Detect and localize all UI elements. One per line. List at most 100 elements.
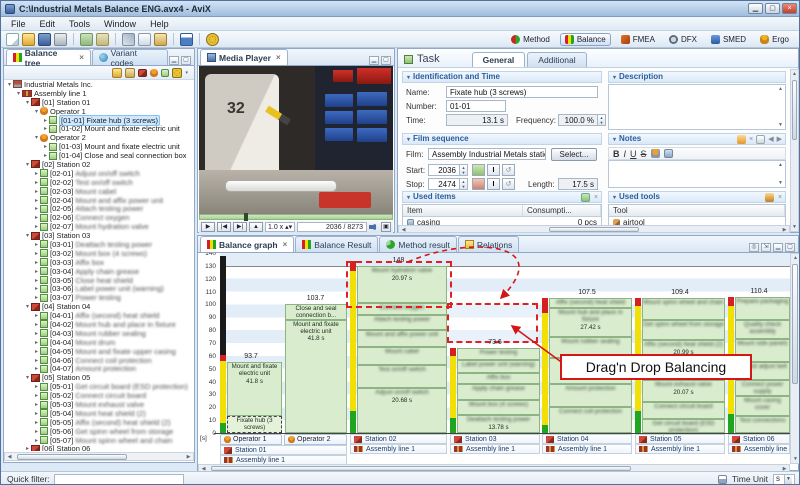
tree-item[interactable]: ▸[04-02]Mount hub and place in fixture (4, 320, 194, 329)
tab-balance-graph[interactable]: Balance graph× (200, 236, 294, 252)
task-block[interactable]: Mount box (4 screws) (457, 400, 540, 415)
collapsed-arrow-icon[interactable]: ▸ (33, 330, 40, 337)
collapsed-arrow-icon[interactable]: ▸ (33, 179, 40, 186)
insert-image-icon[interactable] (664, 149, 673, 158)
start-spinner[interactable]: ▴▾ (459, 164, 468, 176)
collapsed-arrow-icon[interactable]: ▸ (33, 294, 40, 301)
expanded-arrow-icon[interactable]: ▾ (24, 161, 31, 168)
tab-media-player[interactable]: Media Player × (200, 49, 288, 65)
collapsed-arrow-icon[interactable]: ▸ (33, 277, 40, 284)
next-frame-button[interactable]: ▶| (233, 222, 247, 232)
collapsed-arrow-icon[interactable]: ▸ (33, 321, 40, 328)
tree-item[interactable]: ▸[03-05]Close heat shield (4, 276, 194, 285)
tree-item[interactable]: ▸[04-06]Connect coil protection (4, 356, 194, 365)
tree-item[interactable]: ▾[05]Station 05 (4, 373, 194, 382)
remove-tool-icon[interactable]: × (778, 193, 782, 203)
tree-item[interactable]: ▸[06]Station 06 (4, 445, 194, 451)
collapsed-arrow-icon[interactable]: ▸ (33, 419, 40, 426)
expanded-arrow-icon[interactable]: ▾ (24, 374, 31, 381)
task-block[interactable]: Mount and fixate electric unit41.8 s (227, 362, 282, 416)
section-description[interactable]: ▾Description (608, 71, 786, 83)
maximize-view-icon[interactable]: ▢ (181, 56, 191, 65)
tree-horizontal-scrollbar[interactable]: ◀ ▶ (4, 452, 194, 461)
station-footer[interactable]: Station 03 (450, 434, 540, 444)
tab-balance-result[interactable]: Balance Result (295, 236, 378, 252)
tree-item[interactable]: ▸[05-06]Get spinn wheel from storage (4, 427, 194, 436)
tree-item[interactable]: ▾Assembly line 1 (4, 89, 194, 98)
task-block[interactable]: Prepare packaging (735, 297, 790, 320)
tree-item[interactable]: ▸[03-07]Power testing (4, 293, 194, 302)
operator-icon[interactable] (150, 69, 158, 77)
task-block[interactable]: Mount casing cover (735, 396, 790, 417)
time-unit-select[interactable]: s ▼ (773, 474, 795, 485)
collapsed-arrow-icon[interactable]: ▸ (33, 392, 40, 399)
set-stop-frame-icon[interactable] (472, 178, 485, 190)
expanded-arrow-icon[interactable]: ▾ (33, 108, 40, 115)
goto-stop-icon[interactable]: I (487, 178, 500, 190)
tree-item[interactable]: ▾[04]Station 04 (4, 302, 194, 311)
speaker-icon[interactable] (369, 222, 379, 232)
undo-icon[interactable] (80, 33, 93, 46)
frequency-spinner[interactable]: ▴▾ (597, 114, 606, 126)
add-item-icon[interactable] (581, 193, 590, 202)
collapsed-arrow-icon[interactable]: ▸ (33, 410, 40, 417)
goto-start-icon[interactable]: I (487, 164, 500, 176)
layout-icon[interactable] (718, 475, 727, 484)
tree-item[interactable]: ▸[04-03]Mount rubber sealing (4, 329, 194, 338)
column-item[interactable]: Item (403, 205, 523, 216)
column-consumption[interactable]: Consumpti... (523, 205, 601, 216)
collapsed-arrow-icon[interactable]: ▸ (33, 365, 40, 372)
tree-item[interactable]: ▸[01-02]Mount and fixate electric unit (4, 124, 194, 133)
menu-window[interactable]: Window (98, 18, 142, 30)
collapsed-arrow-icon[interactable]: ▸ (33, 428, 40, 435)
task-horizontal-scrollbar[interactable]: ◀ ▶ (398, 225, 790, 233)
perspective-dfx[interactable]: DFX (665, 34, 701, 45)
tree-item[interactable]: ▾[02]Station 02 (4, 160, 194, 169)
collapsed-arrow-icon[interactable]: ▸ (33, 223, 40, 230)
collapsed-arrow-icon[interactable]: ▸ (33, 357, 40, 364)
section-used-items[interactable]: ▾Used items × (402, 191, 602, 203)
task-block[interactable]: Test on/off switch (357, 365, 447, 388)
task-block[interactable]: Connect circuit board (642, 402, 725, 419)
insert-person-icon[interactable] (651, 149, 660, 158)
task-block[interactable]: Mount spinn wheel and chain (642, 298, 725, 320)
drag-source-rect[interactable] (346, 261, 452, 308)
copy-icon[interactable] (138, 33, 151, 46)
task-block[interactable]: Affix box (457, 373, 540, 385)
tree-item[interactable]: ▸[04-05]Mount and fixate upper casing (4, 347, 194, 356)
station-footer[interactable]: Station 05 (635, 434, 725, 444)
restore-icon[interactable]: ⇲ (761, 243, 771, 252)
number-field[interactable]: 01-01 (446, 100, 506, 112)
task-vertical-scrollbar[interactable]: ▲ ▼ (790, 69, 799, 232)
station-footer[interactable]: Station 04 (542, 434, 632, 444)
close-icon[interactable]: × (276, 53, 281, 62)
menu-edit[interactable]: Edit (34, 18, 62, 30)
column-tool[interactable]: Tool (609, 205, 785, 216)
tree-item[interactable]: ▸[03-02]Mount box (4 screws) (4, 249, 194, 258)
settings-gear-icon[interactable] (206, 33, 219, 46)
operator-tab[interactable]: Operator 1 (220, 434, 282, 445)
task-block[interactable]: Mount and affix power unit (357, 330, 447, 347)
tree-item[interactable]: ▸[02-02]Test on/off switch (4, 178, 194, 187)
select-film-button[interactable]: Select... (551, 148, 597, 161)
task-block[interactable]: Quality check assembly (735, 320, 790, 339)
task-block[interactable]: Fixate hub (3 screws)13.06 s (227, 416, 282, 433)
strikethrough-button[interactable]: S (641, 149, 647, 159)
collapsed-arrow-icon[interactable]: ▸ (33, 250, 40, 257)
collapsed-arrow-icon[interactable]: ▸ (33, 188, 40, 195)
stop-field[interactable]: 2474 (428, 178, 460, 190)
tree-item[interactable]: ▸[05-04]Mount heat shield (2) (4, 409, 194, 418)
expanded-arrow-icon[interactable]: ▾ (24, 232, 31, 239)
task-block[interactable]: Deattach testing power13.78 s (457, 415, 540, 433)
tree-item[interactable]: ▸[05-03]Mount exhaust valve (4, 400, 194, 409)
playback-speed[interactable]: 1.0 x ▴▾ (265, 222, 295, 232)
task-block[interactable]: Affix (second) heat shield (549, 298, 632, 308)
tree-item[interactable]: ▸[01-04]Close and seal connection box (4, 151, 194, 160)
close-icon[interactable]: × (79, 53, 84, 62)
station-tool-icon[interactable] (138, 69, 147, 77)
reset-start-icon[interactable]: ↺ (502, 164, 515, 176)
new-note-icon[interactable] (737, 135, 746, 144)
task-block[interactable]: Power testing (457, 348, 540, 360)
expanded-arrow-icon[interactable]: ▾ (15, 90, 22, 97)
assembly-line-footer[interactable]: Assembly line 1 (350, 444, 447, 454)
